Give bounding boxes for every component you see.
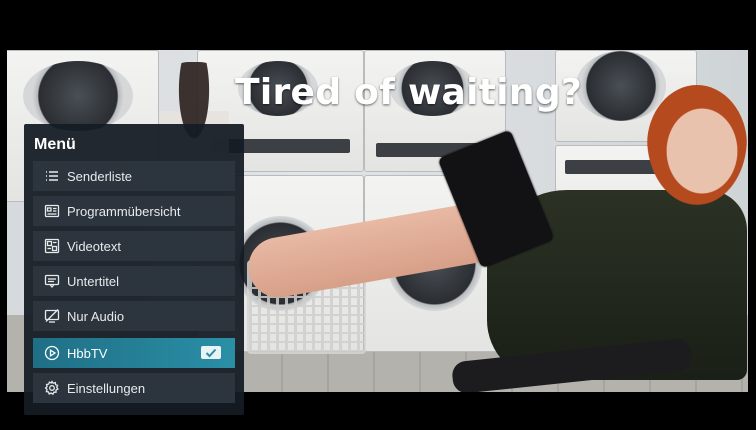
play-circle-icon: [43, 344, 61, 362]
woman-head: [647, 85, 747, 205]
subtitles-icon: [43, 272, 61, 290]
menu-item-label: Videotext: [67, 238, 121, 254]
teletext-icon: [43, 237, 61, 255]
gear-icon: [43, 379, 61, 397]
menu-item-senderliste[interactable]: Senderliste: [33, 161, 235, 191]
menu-item-label: Einstellungen: [67, 380, 146, 396]
audio-only-icon: [43, 307, 61, 325]
menu-item-nur-audio[interactable]: Nur Audio: [33, 301, 235, 331]
program-guide-icon: [43, 202, 61, 220]
menu-item-label: Programmübersicht: [67, 203, 181, 219]
video-headline: Tired of waiting?: [235, 72, 583, 113]
menu-item-untertitel[interactable]: Untertitel: [33, 266, 235, 296]
checkbox-checked[interactable]: [201, 346, 221, 359]
overlay-menu: Menü Senderliste Programmübersicht Video…: [24, 124, 244, 415]
menu-item-hbbtv[interactable]: HbbTV: [33, 338, 235, 368]
menu-item-einstellungen[interactable]: Einstellungen: [33, 373, 235, 403]
menu-item-label: Untertitel: [67, 273, 120, 289]
menu-item-videotext[interactable]: Videotext: [33, 231, 235, 261]
list-icon: [43, 167, 61, 185]
menu-item-label: Nur Audio: [67, 308, 125, 324]
menu-title: Menü: [34, 136, 76, 153]
menu-item-programmuebersicht[interactable]: Programmübersicht: [33, 196, 235, 226]
menu-item-label: HbbTV: [67, 345, 108, 361]
menu-item-label: Senderliste: [67, 168, 133, 184]
